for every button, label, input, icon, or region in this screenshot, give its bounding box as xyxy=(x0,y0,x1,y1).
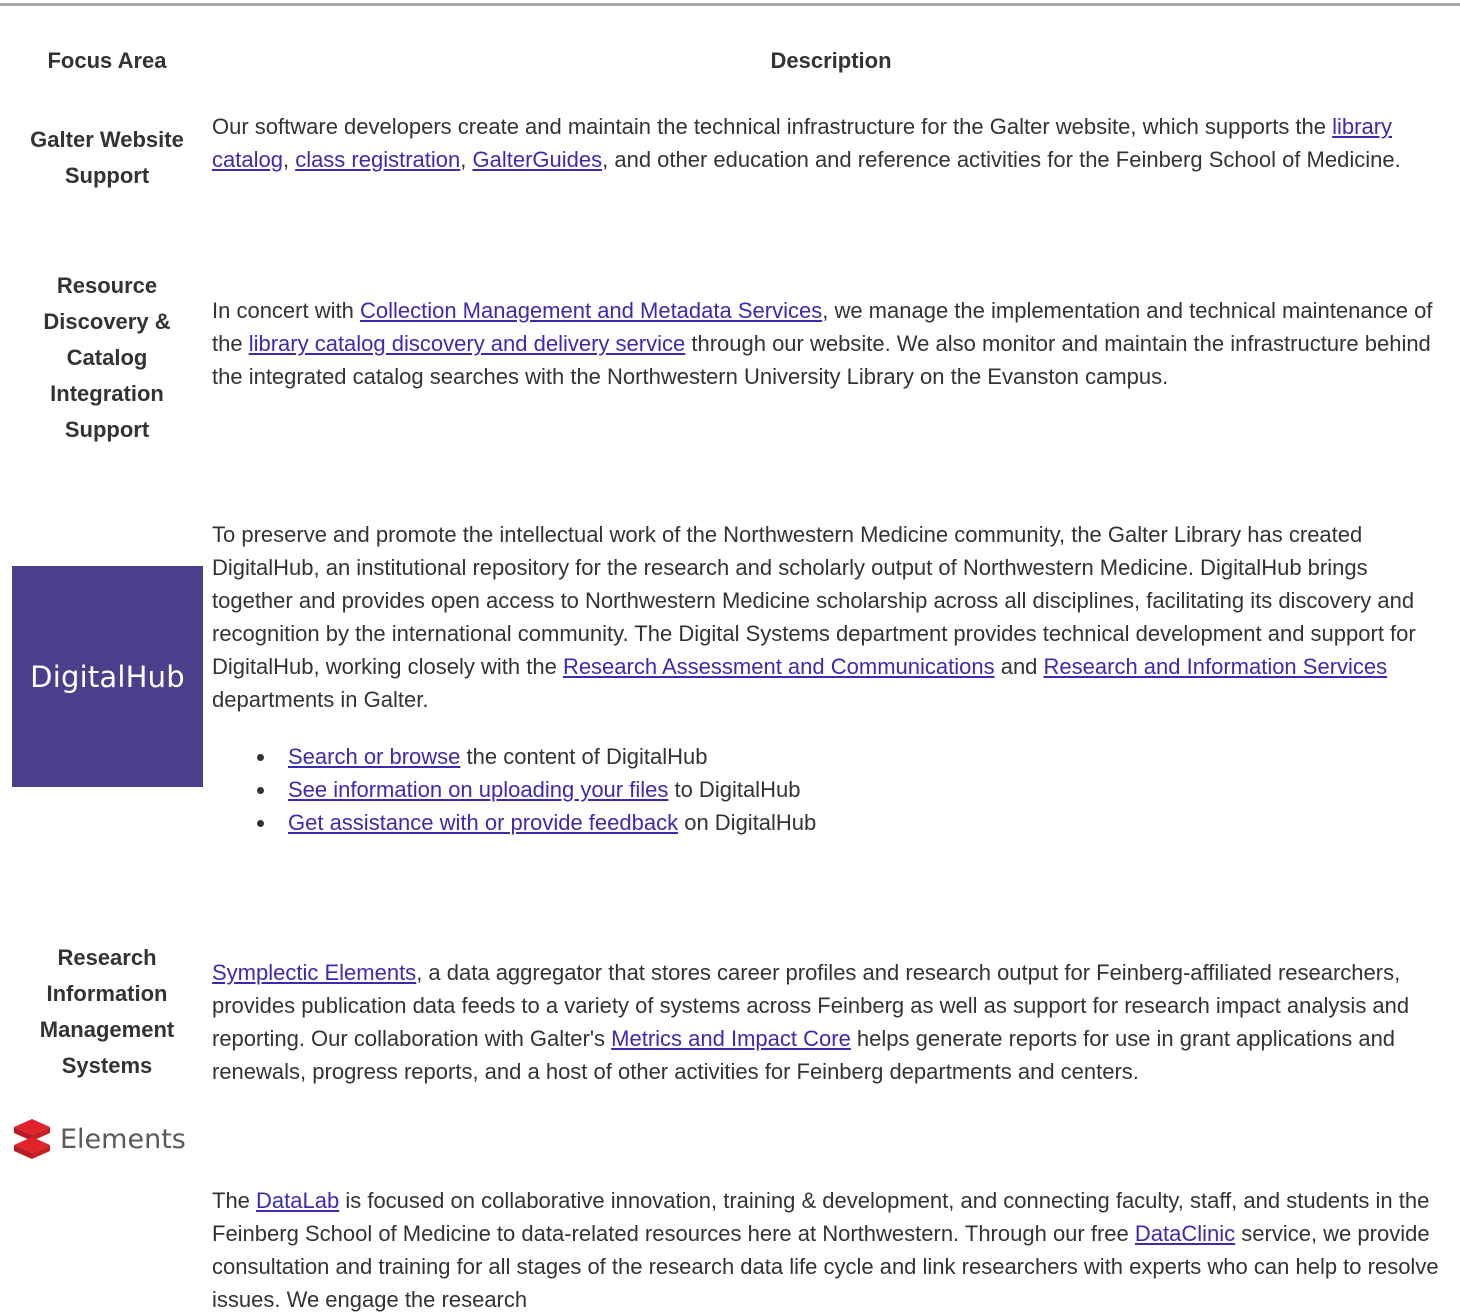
elements-logo-text: Elements xyxy=(60,1123,186,1155)
list-item: Search or browse the content of DigitalH… xyxy=(257,740,1452,773)
list-item-text: on DigitalHub xyxy=(678,810,817,835)
description-datalab: The DataLab is focused on collaborative … xyxy=(212,1184,1452,1316)
digitalhub-logo: DigitalHub xyxy=(12,566,203,787)
description-website-support: Our software developers create and maint… xyxy=(212,110,1452,176)
dataclinic-link[interactable]: DataClinic xyxy=(1135,1221,1235,1246)
symplectic-elements-icon xyxy=(14,1119,50,1159)
column-header-focus-area: Focus Area xyxy=(47,48,167,73)
assistance-feedback-link[interactable]: Get assistance with or provide feedback xyxy=(288,810,678,835)
class-registration-link[interactable]: class registration xyxy=(295,147,460,172)
bullet-icon xyxy=(257,820,264,827)
desc-text: and xyxy=(994,654,1044,679)
desc-text: The xyxy=(212,1188,257,1213)
focus-area-website-support: Galter Website Support xyxy=(30,127,184,188)
desc-text: , xyxy=(282,147,296,172)
research-assessment-link[interactable]: Research Assessment and Communications xyxy=(563,654,995,679)
symplectic-elements-link[interactable]: Symplectic Elements xyxy=(212,960,416,985)
list-item-text: the content of DigitalHub xyxy=(460,744,708,769)
digitalhub-links-list: Search or browse the content of DigitalH… xyxy=(212,740,1452,839)
focus-area-resource-discovery: Resource Discovery & Catalog Integration… xyxy=(43,273,171,442)
description-digitalhub: To preserve and promote the intellectual… xyxy=(212,518,1452,839)
metrics-impact-core-link[interactable]: Metrics and Impact Core xyxy=(611,1026,851,1051)
uploading-files-link[interactable]: See information on uploading your files xyxy=(288,777,668,802)
desc-text: departments in Galter. xyxy=(212,687,429,712)
digitalhub-logo-text: DigitalHub xyxy=(30,659,185,694)
desc-text: Our software developers create and maint… xyxy=(212,114,1333,139)
datalab-link[interactable]: DataLab xyxy=(256,1188,339,1213)
search-browse-link[interactable]: Search or browse xyxy=(288,744,460,769)
column-header-description: Description xyxy=(770,48,892,73)
desc-text: In concert with xyxy=(212,298,360,323)
focus-area-rims: Research Information Management Systems xyxy=(39,945,175,1078)
galterguides-link[interactable]: GalterGuides xyxy=(473,147,603,172)
desc-text: , xyxy=(460,147,473,172)
bullet-icon xyxy=(257,754,264,761)
list-item: Get assistance with or provide feedback … xyxy=(257,806,1452,839)
elements-logo: Elements xyxy=(10,1116,206,1162)
bullet-icon xyxy=(257,787,264,794)
catalog-discovery-service-link[interactable]: library catalog discovery and delivery s… xyxy=(249,331,686,356)
top-divider xyxy=(0,0,1460,8)
list-item-text: to DigitalHub xyxy=(668,777,801,802)
desc-text: , and other education and reference acti… xyxy=(602,147,1401,172)
description-rims: Symplectic Elements, a data aggregator t… xyxy=(212,956,1452,1088)
description-resource-discovery: In concert with Collection Management an… xyxy=(212,294,1452,393)
collection-management-link[interactable]: Collection Management and Metadata Servi… xyxy=(360,298,822,323)
list-item: See information on uploading your files … xyxy=(257,773,1452,806)
research-information-services-link[interactable]: Research and Information Services xyxy=(1044,654,1388,679)
